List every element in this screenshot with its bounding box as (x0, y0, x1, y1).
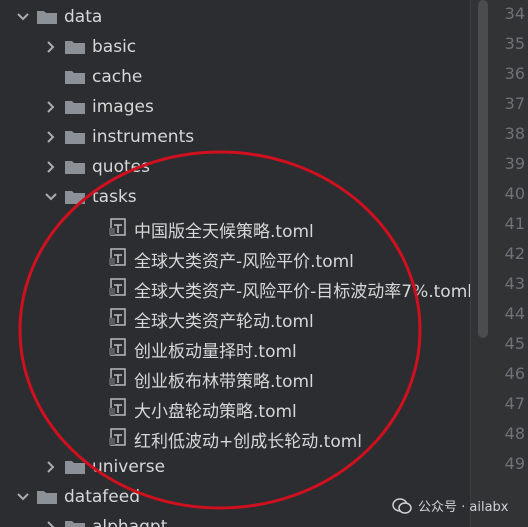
chevron-down-icon[interactable] (14, 488, 32, 506)
folder-icon (64, 39, 86, 55)
tree-folder-row[interactable]: cache (0, 62, 470, 92)
folder-icon (64, 159, 86, 175)
chevron-down-icon[interactable] (42, 188, 60, 206)
watermark: 公众号 · ailabx (392, 496, 509, 515)
folder-label: quotes (92, 157, 150, 177)
tree-file-row[interactable]: 全球大类资产轮动.toml (0, 302, 470, 332)
chevron-right-icon[interactable] (42, 98, 60, 116)
toml-file-icon (108, 217, 128, 237)
tree-folder-row[interactable]: universe (0, 452, 470, 482)
tree-folder-row[interactable]: tasks (0, 182, 470, 212)
chevron-right-icon[interactable] (42, 518, 60, 527)
toml-file-icon (108, 367, 128, 387)
folder-label: datafeed (64, 487, 140, 507)
chevron-right-icon[interactable] (42, 158, 60, 176)
chevron-right-icon[interactable] (42, 458, 60, 476)
chevron-right-icon[interactable] (42, 38, 60, 56)
folder-label: alphagpt (92, 517, 168, 527)
chevron-down-icon[interactable] (14, 8, 32, 26)
tree-folder-row[interactable]: images (0, 92, 470, 122)
watermark-text: 公众号 · ailabx (418, 500, 509, 515)
folder-label: images (92, 97, 154, 117)
toml-file-icon (108, 337, 128, 357)
folder-label: data (64, 7, 103, 27)
toml-file-icon (108, 427, 128, 447)
toml-file-icon (108, 307, 128, 327)
folder-icon (64, 459, 86, 475)
toml-file-icon (108, 397, 128, 417)
wechat-icon (392, 497, 412, 514)
folder-label: universe (92, 457, 166, 477)
folder-label: instruments (92, 127, 195, 147)
file-label: 红利低波动+创成长轮动.toml (134, 432, 362, 452)
line-number: 45 (504, 334, 525, 353)
folder-icon (64, 99, 86, 115)
tree-file-row[interactable]: 大小盘轮动策略.toml (0, 392, 470, 422)
tree-file-row[interactable]: 中国版全天候策略.toml (0, 212, 470, 242)
line-number: 49 (504, 454, 525, 473)
line-number: 46 (504, 364, 525, 383)
folder-icon (36, 9, 58, 25)
toml-file-icon (108, 247, 128, 267)
chevron-right-icon[interactable] (42, 128, 60, 146)
tree-folder-row[interactable]: basic (0, 32, 470, 62)
tree-file-row[interactable]: 创业板布林带策略.toml (0, 362, 470, 392)
folder-icon (64, 129, 86, 145)
folder-icon (36, 489, 58, 505)
tree-folder-row[interactable]: instruments (0, 122, 470, 152)
file-label: 全球大类资产-风险平价-目标波动率7%.toml (134, 282, 470, 302)
file-label: 大小盘轮动策略.toml (134, 402, 297, 422)
vertical-scrollbar[interactable] (478, 0, 488, 338)
tree-file-row[interactable]: 红利低波动+创成长轮动.toml (0, 422, 470, 452)
file-label: 全球大类资产轮动.toml (134, 312, 314, 332)
tree-file-row[interactable]: 全球大类资产-风险平价-目标波动率7%.toml (0, 272, 470, 302)
folder-icon (64, 69, 86, 85)
tree-folder-row[interactable]: data (0, 2, 470, 32)
folder-icon (64, 189, 86, 205)
folder-icon (64, 519, 86, 527)
tree-folder-row[interactable]: quotes (0, 152, 470, 182)
file-label: 创业板布林带策略.toml (134, 372, 314, 392)
file-label: 中国版全天候策略.toml (134, 222, 314, 242)
folder-label: cache (92, 67, 143, 87)
project-tree: data basic cache images instruments quotes tas… (0, 0, 470, 527)
tree-file-row[interactable]: 创业板动量择时.toml (0, 332, 470, 362)
file-label: 创业板动量择时.toml (134, 342, 297, 362)
file-label: 全球大类资产-风险平价.toml (134, 252, 354, 272)
folder-label: basic (92, 37, 137, 57)
line-number: 47 (504, 394, 525, 413)
toml-file-icon (108, 277, 128, 297)
folder-label: tasks (92, 187, 137, 207)
line-number: 48 (504, 424, 525, 443)
tree-file-row[interactable]: 全球大类资产-风险平价.toml (0, 242, 470, 272)
